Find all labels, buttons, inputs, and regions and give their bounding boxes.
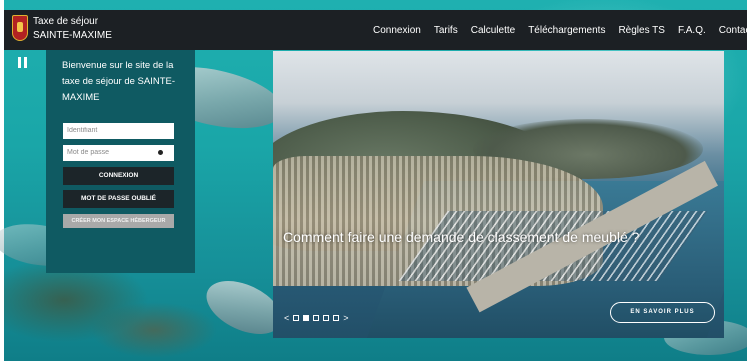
site-title-line1: Taxe de séjour xyxy=(33,16,99,27)
slide-dot[interactable] xyxy=(293,315,300,321)
nav-connexion[interactable]: Connexion xyxy=(373,25,421,36)
nav-faq[interactable]: F.A.Q. xyxy=(678,25,706,36)
login-panel: Bienvenue sur le site de la taxe de séjo… xyxy=(46,50,195,273)
top-navbar: Taxe de séjour SAINTE-MAXIME Connexion T… xyxy=(4,10,747,50)
create-host-space-button[interactable]: CRÉER MON ESPACE HÉBERGEUR xyxy=(63,214,174,228)
site-title-line2: SAINTE-MAXIME xyxy=(33,30,112,41)
nav-contact[interactable]: Contact xyxy=(719,25,747,36)
prev-slide-arrow[interactable]: < xyxy=(284,313,289,323)
pause-icon[interactable] xyxy=(18,57,27,68)
nav-regles-ts[interactable]: Règles TS xyxy=(618,25,665,36)
learn-more-button[interactable]: EN SAVOIR PLUS xyxy=(610,302,715,323)
crest-logo-icon[interactable] xyxy=(12,15,28,41)
hero-slider: Comment faire une demande de classement … xyxy=(273,51,724,338)
nav-calculette[interactable]: Calculette xyxy=(471,25,515,36)
pause-bar xyxy=(24,57,27,68)
slide-caption[interactable]: Comment faire une demande de classement … xyxy=(283,229,639,245)
slide-dot-active[interactable] xyxy=(303,315,310,321)
slider-pagination: < > xyxy=(284,313,349,323)
nav-telechargements[interactable]: Téléchargements xyxy=(528,25,605,36)
next-slide-arrow[interactable]: > xyxy=(343,313,348,323)
show-password-icon[interactable] xyxy=(158,150,163,155)
page: Taxe de séjour SAINTE-MAXIME Connexion T… xyxy=(0,0,747,361)
connexion-button[interactable]: CONNEXION xyxy=(63,167,174,185)
slide-dot[interactable] xyxy=(323,315,330,321)
slide-dot[interactable] xyxy=(313,315,320,321)
forgot-password-button[interactable]: MOT DE PASSE OUBLIÉ xyxy=(63,190,174,208)
main-nav: Connexion Tarifs Calculette Téléchargeme… xyxy=(373,10,747,50)
identifier-input[interactable] xyxy=(63,123,174,139)
slide-dot[interactable] xyxy=(333,315,340,321)
pause-bar xyxy=(18,57,21,68)
site-title[interactable]: Taxe de séjour SAINTE-MAXIME xyxy=(33,15,112,43)
nav-tarifs[interactable]: Tarifs xyxy=(434,25,458,36)
welcome-text: Bienvenue sur le site de la taxe de séjo… xyxy=(62,60,175,103)
